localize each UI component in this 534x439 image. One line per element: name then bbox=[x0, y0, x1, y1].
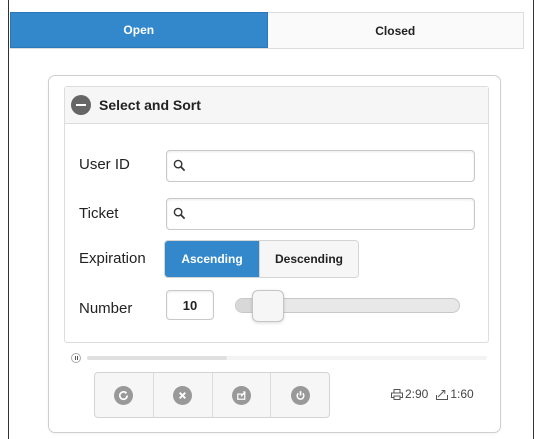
playback-progress bbox=[71, 353, 487, 363]
ticket-label: Ticket bbox=[79, 205, 119, 222]
ticket-field[interactable] bbox=[166, 198, 475, 230]
refresh-button[interactable] bbox=[95, 373, 153, 417]
descending-button[interactable]: Descending bbox=[259, 241, 358, 277]
tab-closed[interactable]: Closed bbox=[267, 12, 524, 48]
export-button[interactable] bbox=[211, 373, 271, 417]
ticket-stats: 2:90 1:60 bbox=[391, 387, 474, 401]
panel-title: Select and Sort bbox=[99, 97, 201, 113]
user-id-field[interactable] bbox=[166, 150, 475, 182]
ascending-button[interactable]: Ascending bbox=[165, 241, 259, 277]
search-icon bbox=[173, 207, 186, 220]
number-label: Number bbox=[79, 300, 133, 317]
power-button[interactable] bbox=[270, 373, 329, 417]
panel-header[interactable]: Select and Sort bbox=[65, 87, 488, 124]
collapse-minus-icon[interactable] bbox=[71, 95, 91, 115]
printer-icon bbox=[391, 388, 403, 400]
power-icon bbox=[290, 385, 310, 405]
ticket-input[interactable] bbox=[191, 199, 468, 229]
user-id-input[interactable] bbox=[191, 151, 468, 181]
close-icon bbox=[173, 385, 193, 405]
filter-card: Select and Sort User ID Ticket Expiratio… bbox=[48, 75, 501, 433]
refresh-icon bbox=[114, 385, 134, 405]
user-id-label: User ID bbox=[79, 156, 130, 173]
number-slider-handle[interactable] bbox=[251, 290, 284, 322]
select-sort-panel: Select and Sort User ID Ticket Expiratio… bbox=[64, 86, 489, 343]
expiration-sort-toggle: Ascending Descending bbox=[164, 240, 359, 278]
export-icon bbox=[231, 385, 251, 405]
search-icon bbox=[173, 159, 186, 172]
tab-open[interactable]: Open bbox=[10, 12, 268, 48]
pause-icon[interactable] bbox=[71, 353, 81, 363]
number-input[interactable]: 10 bbox=[166, 290, 214, 320]
tray-upload-icon bbox=[436, 389, 449, 400]
cancel-button[interactable] bbox=[152, 373, 212, 417]
printed-stat: 2:90 bbox=[405, 387, 429, 401]
uploaded-stat: 1:60 bbox=[450, 387, 474, 401]
action-toolbar bbox=[94, 372, 330, 418]
tab-bar: Open Closed bbox=[10, 12, 524, 49]
progress-track[interactable] bbox=[87, 356, 487, 360]
progress-fill bbox=[87, 356, 227, 360]
expiration-label: Expiration bbox=[79, 250, 146, 267]
